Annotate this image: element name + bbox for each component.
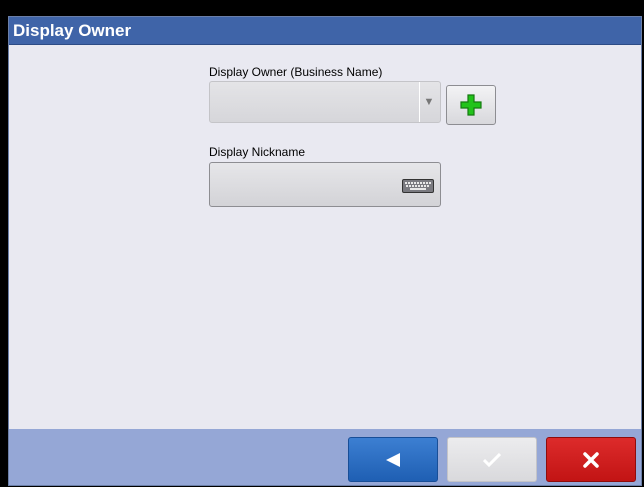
triangle-down-icon[interactable]: ▼ [419, 82, 438, 122]
checkmark-icon [483, 452, 501, 467]
add-owner-button[interactable] [446, 85, 496, 125]
owner-dropdown[interactable]: ▼ [209, 81, 441, 123]
display-owner-window: Display Owner Display Owner (Business Na… [8, 16, 642, 486]
window-title: Display Owner [9, 17, 641, 45]
keyboard-icon[interactable] [402, 179, 434, 193]
owner-label: Display Owner (Business Name) [209, 65, 383, 79]
accept-button[interactable] [447, 437, 537, 482]
nickname-label: Display Nickname [209, 145, 306, 159]
x-icon [583, 451, 599, 468]
back-button[interactable] [348, 437, 438, 482]
cancel-button[interactable] [546, 437, 636, 482]
green-plus-icon [460, 94, 482, 116]
left-arrow-icon [386, 452, 400, 467]
nickname-field[interactable] [209, 162, 441, 207]
